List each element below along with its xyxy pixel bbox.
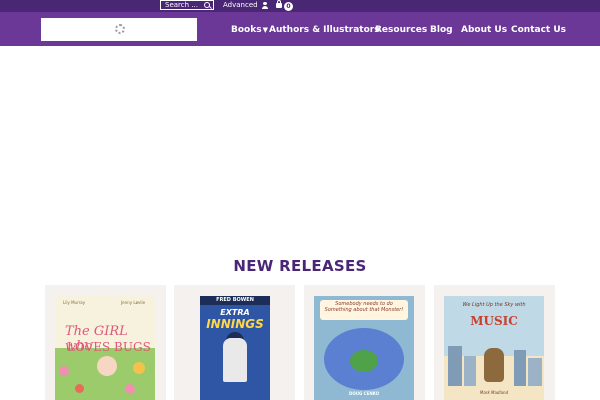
book-cover[interactable]: FRED BOWEN EXTRA INNINGS: [200, 296, 270, 400]
book-author: Mark Madland: [479, 390, 509, 395]
advanced-search-link[interactable]: Advanced: [223, 1, 258, 9]
chevron-down-icon: ▼: [262, 26, 268, 34]
book-series-author: FRED BOWEN: [200, 296, 270, 305]
book-title: Somebody needs to do Something about tha…: [324, 301, 404, 313]
utility-bar: Search ... Advanced 0: [0, 0, 600, 12]
book-author: Lily Murray: [63, 300, 86, 305]
loading-spinner-icon: [115, 24, 125, 34]
nav-item-contact-us[interactable]: Contact Us: [511, 25, 566, 35]
book-card[interactable]: We Light Up the Sky with MUSIC Mark Madl…: [434, 285, 555, 400]
book-title-line2: INNINGS: [206, 317, 264, 331]
search-icon[interactable]: [204, 2, 210, 8]
book-card[interactable]: FRED BOWEN EXTRA INNINGS: [174, 285, 295, 400]
cart-count-badge[interactable]: 0: [284, 2, 293, 11]
book-card[interactable]: Somebody needs to do Something about tha…: [304, 285, 425, 400]
cover-art-girl: [97, 356, 117, 376]
cover-art-player: [223, 338, 247, 382]
book-cover[interactable]: Somebody needs to do Something about tha…: [314, 296, 414, 400]
nav-item-label: Books: [231, 25, 262, 35]
book-cover[interactable]: We Light Up the Sky with MUSIC Mark Madl…: [444, 296, 544, 400]
book-card[interactable]: Lily Murray Jenny Løvlie The GIRL who LO…: [45, 285, 166, 400]
nav-item-authors-illustrators[interactable]: Authors & Illustrators: [269, 25, 380, 35]
cover-art-cabbage: [350, 350, 378, 372]
book-cover[interactable]: Lily Murray Jenny Løvlie The GIRL who LO…: [55, 296, 155, 400]
book-title-line1: EXTRA: [220, 308, 250, 317]
book-title-line2: LOVES BUGS: [67, 340, 151, 354]
hero-banner: [0, 46, 600, 246]
user-icon[interactable]: [262, 2, 268, 9]
book-title-line2: MUSIC: [470, 314, 518, 328]
cover-art-bear: [484, 348, 504, 382]
book-title-line1: We Light Up the Sky with: [462, 302, 526, 308]
search-input[interactable]: Search ...: [160, 0, 214, 10]
cart-icon[interactable]: [276, 0, 282, 8]
search-placeholder: Search ...: [165, 1, 198, 9]
nav-item-books[interactable]: Books▼: [231, 25, 268, 35]
nav-item-resources[interactable]: Resources: [375, 25, 427, 35]
nav-item-blog[interactable]: Blog: [430, 25, 453, 35]
section-heading: NEW RELEASES: [233, 257, 367, 275]
site-logo[interactable]: [41, 18, 197, 41]
book-illustrator: Jenny Løvlie: [121, 300, 146, 305]
book-author: DOUG CENKO: [349, 391, 379, 396]
nav-item-about-us[interactable]: About Us: [461, 25, 507, 35]
